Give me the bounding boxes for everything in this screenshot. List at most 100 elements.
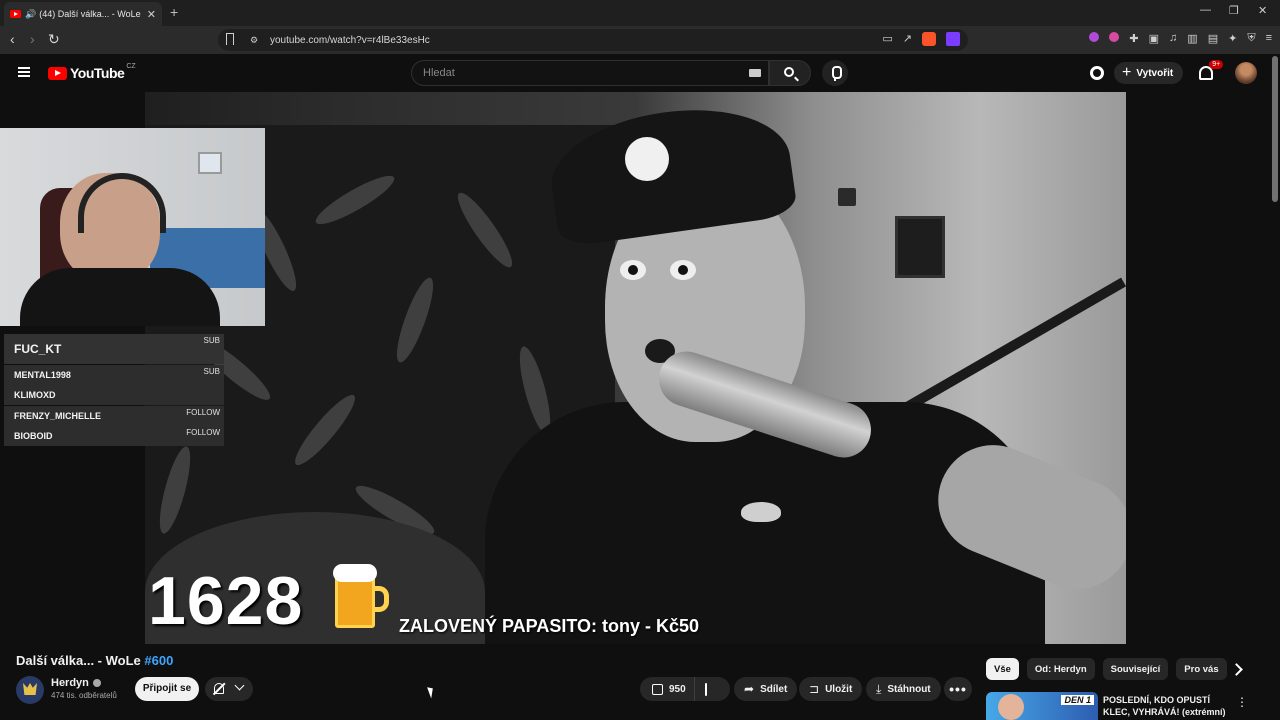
recommended-video[interactable]: DEN 1 POSLEDNÍ, KDO OPUSTÍ KLEC, VYHRÁVÁ…: [986, 692, 1248, 720]
leo-icon[interactable]: ✦: [1228, 32, 1237, 45]
tab-close-icon[interactable]: ✕: [147, 8, 156, 21]
chip-for-you[interactable]: Pro vás: [1176, 658, 1227, 680]
voice-search-button[interactable]: [822, 60, 848, 86]
url-text[interactable]: youtube.com/watch?v=r4lBe33esHc: [270, 35, 430, 46]
event-tag: SUB: [203, 366, 220, 376]
extensions-area: ✚ ▣ ♫ ▥ ▤ ✦ ⛨ ≡: [1089, 32, 1272, 45]
keyboard-icon[interactable]: [749, 69, 761, 77]
extension-icon[interactable]: [1089, 32, 1100, 42]
save-button[interactable]: ⊐ Uložit: [799, 677, 863, 701]
event-item: BIOBOID FOLLOW: [4, 426, 224, 446]
share-button[interactable]: ➦ Sdílet: [734, 677, 798, 701]
join-button[interactable]: Připojit se: [135, 677, 199, 701]
stream-events-list: FUC_KT SUB MENTAL1998 SUB KLIMOXD FRENZY…: [4, 334, 224, 447]
scrollbar-thumb[interactable]: [1272, 56, 1278, 202]
download-label: Stáhnout: [887, 683, 931, 695]
browser-toolbar: ‹ › ↻ ⚙ youtube.com/watch?v=r4lBe33esHc …: [0, 26, 1280, 54]
channel-avatar[interactable]: [16, 676, 44, 704]
thumbs-up-icon: [652, 683, 663, 695]
channel-name[interactable]: Herdyn: [51, 677, 101, 689]
thumbs-down-icon: [704, 682, 707, 696]
like-button[interactable]: 950: [640, 677, 695, 701]
wallet2-icon[interactable]: ▤: [1208, 32, 1218, 45]
bookmark-icon[interactable]: [226, 33, 234, 45]
close-window-icon[interactable]: ✕: [1258, 4, 1267, 17]
menu-icon[interactable]: ≡: [1266, 32, 1272, 45]
more-actions-button[interactable]: •••: [944, 677, 972, 701]
restore-icon[interactable]: ❐: [1229, 4, 1239, 17]
new-tab-icon[interactable]: +: [170, 4, 178, 20]
youtube-play-icon: [48, 66, 67, 80]
hashtag-link[interactable]: #600: [144, 653, 173, 668]
more-vertical-icon[interactable]: ⋮: [1236, 695, 1248, 709]
share-page-icon[interactable]: ↗: [903, 32, 912, 46]
channel-name-text[interactable]: Herdyn: [51, 677, 89, 689]
related-filter-chips: Vše Od: Herdyn Související Pro vás: [986, 658, 1227, 680]
video-player[interactable]: 1628 ZALOVENÝ PAPASITO: tony - Kč50: [145, 92, 1126, 644]
wallet-icon[interactable]: ▣: [1149, 32, 1159, 45]
share-icon: ➦: [744, 682, 755, 696]
audio-playing-icon[interactable]: 🔊: [25, 9, 36, 20]
minimize-icon[interactable]: —: [1200, 4, 1211, 16]
brave-rewards-icon[interactable]: [946, 32, 960, 46]
site-info-icon[interactable]: ⚙: [250, 35, 258, 46]
account-avatar[interactable]: [1235, 62, 1258, 84]
event-tag: SUB: [203, 336, 220, 345]
event-user: MENTAL1998: [14, 369, 71, 380]
vpn-icon[interactable]: ⛨: [1247, 32, 1255, 45]
like-dislike-group: 950: [640, 677, 730, 701]
page-scrollbar[interactable]: [1270, 54, 1280, 720]
event-item: FUC_KT SUB: [4, 334, 224, 364]
recommended-thumbnail[interactable]: DEN 1: [986, 692, 1098, 720]
save-label: Uložit: [825, 683, 853, 695]
forward-icon[interactable]: ›: [30, 31, 35, 47]
mouse-cursor: [427, 685, 436, 699]
browser-tab[interactable]: 🔊 (44) Další válka... - WoLe #600 ✕: [4, 2, 162, 26]
video-title-text: Další válka... - WoLe: [16, 653, 145, 668]
youtube-logo[interactable]: YouTube CZ: [48, 63, 136, 81]
premium-gear-icon[interactable]: [1090, 66, 1104, 80]
notifications-badge: 9+: [1209, 60, 1224, 69]
reload-icon[interactable]: ↻: [48, 31, 60, 48]
notifications-bell-icon[interactable]: 9+: [1199, 60, 1224, 80]
create-label: Vytvořit: [1136, 67, 1174, 79]
extension-icon[interactable]: [1109, 32, 1120, 42]
sidebar-icon[interactable]: ▥: [1187, 32, 1197, 45]
chevron-down-icon: [234, 680, 245, 691]
event-tag: FOLLOW: [186, 407, 220, 417]
chevron-right-icon[interactable]: [1230, 662, 1244, 676]
back-icon[interactable]: ‹: [10, 31, 15, 47]
event-user: KLIMOXD: [14, 390, 56, 400]
webcam-overlay: [0, 128, 265, 326]
address-bar[interactable]: ⚙ youtube.com/watch?v=r4lBe33esHc ▭ ↗: [218, 29, 968, 51]
tab-title: (44) Další válka... - WoLe #600: [39, 9, 143, 19]
event-user: FRENZY_MICHELLE: [14, 410, 102, 421]
dislike-button[interactable]: [695, 682, 717, 696]
event-item: MENTAL1998 SUB: [4, 364, 224, 385]
puzzle-icon[interactable]: ✚: [1129, 32, 1138, 45]
more-horizontal-icon: •••: [949, 681, 967, 697]
search-input[interactable]: Hledat: [411, 60, 769, 86]
menu-icon[interactable]: [18, 67, 30, 77]
event-user: BIOBOID: [14, 431, 53, 441]
browser-tab-strip: 🔊 (44) Další válka... - WoLe #600 ✕ + — …: [0, 0, 1280, 26]
cast-icon[interactable]: ▭: [882, 32, 892, 46]
create-button[interactable]: + Vytvořit: [1114, 62, 1184, 84]
share-label: Sdílet: [760, 683, 788, 695]
brave-shield-icon[interactable]: [922, 32, 936, 46]
wall-picture: [895, 216, 945, 278]
subscription-notifications-button[interactable]: [205, 677, 253, 701]
chip-related[interactable]: Související: [1102, 658, 1169, 680]
bookmark-save-icon: ⊐: [809, 682, 820, 696]
search-button[interactable]: [769, 60, 811, 86]
donation-alert: ZALOVENÝ PAPASITO: tony - Kč50: [399, 616, 700, 636]
chip-all[interactable]: Vše: [986, 658, 1019, 680]
download-button[interactable]: ⤓ Stáhnout: [866, 677, 941, 701]
chip-from-channel[interactable]: Od: Herdyn: [1026, 658, 1095, 680]
youtube-favicon-icon: [10, 10, 21, 18]
event-item: KLIMOXD: [4, 385, 224, 405]
recommended-title[interactable]: POSLEDNÍ, KDO OPUSTÍ KLEC, VYHRÁVÁ! (ext…: [1103, 694, 1238, 718]
music-icon[interactable]: ♫: [1169, 32, 1177, 45]
search-placeholder: Hledat: [423, 67, 455, 79]
beer-mug-icon: [333, 564, 389, 630]
